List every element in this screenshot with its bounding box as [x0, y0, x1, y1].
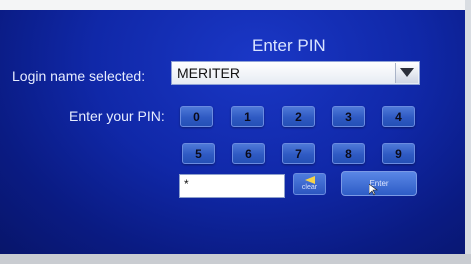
pin-key-4[interactable]: 4	[382, 106, 415, 127]
pin-key-9[interactable]: 9	[382, 143, 415, 164]
pin-key-5[interactable]: 5	[182, 143, 215, 164]
login-name-value: MERITER	[177, 65, 240, 81]
pin-key-0[interactable]: 0	[180, 106, 213, 127]
login-name-label: Login name selected:	[12, 68, 146, 84]
enter-button[interactable]: Enter	[341, 171, 417, 196]
page-title: Enter PIN	[252, 36, 326, 55]
mouse-pointer-icon	[368, 183, 378, 201]
dropdown-button[interactable]	[395, 63, 418, 83]
pin-label: Enter your PIN:	[69, 108, 165, 124]
clear-button[interactable]: clear	[293, 173, 326, 195]
clear-button-label: clear	[301, 184, 318, 191]
screen-bezel-right	[465, 0, 471, 264]
pin-key-3[interactable]: 3	[332, 106, 365, 127]
pin-entry-screen	[0, 10, 465, 256]
pin-key-8[interactable]: 8	[332, 143, 365, 164]
pin-key-7[interactable]: 7	[282, 143, 315, 164]
pin-key-1[interactable]: 1	[231, 106, 264, 127]
pin-key-6[interactable]: 6	[232, 143, 265, 164]
pin-key-2[interactable]: 2	[282, 106, 315, 127]
login-name-select[interactable]: MERITER	[171, 61, 420, 85]
backspace-arrow-icon	[304, 176, 315, 184]
screen-bezel-bottom	[0, 254, 471, 264]
pin-input[interactable]: *	[179, 174, 285, 198]
